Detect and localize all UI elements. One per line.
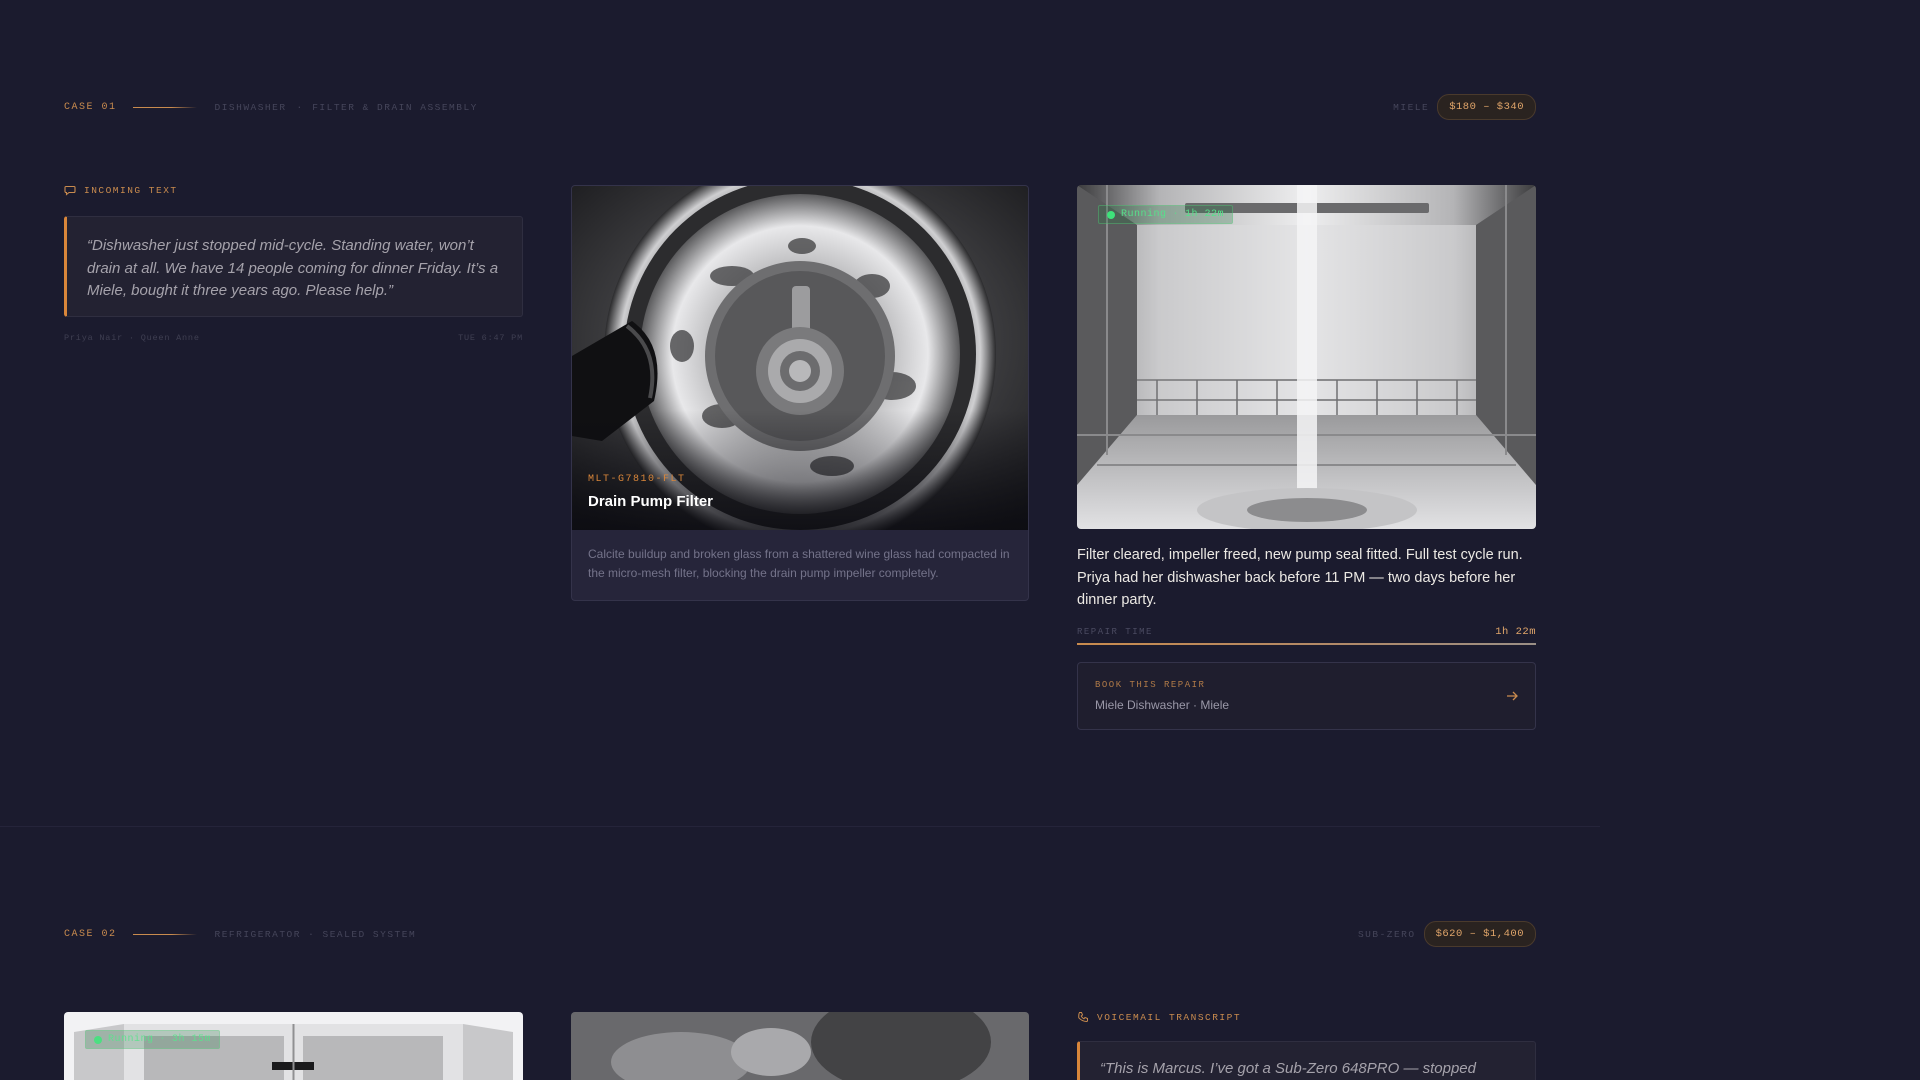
case-number: CASE 01 (64, 101, 117, 113)
case-02-header: CASE 02 REFRIGERATOR · SEALED SYSTEM SUB… (64, 920, 1536, 948)
case-meta: SUB-ZERO $620 – $1,400 (1358, 921, 1536, 947)
phone-icon (1078, 1012, 1088, 1023)
case-category: REFRIGERATOR · SEALED SYSTEM (214, 928, 417, 940)
customer-quote: “Dishwasher just stopped mid-cycle. Stan… (64, 216, 523, 317)
status-dot-icon (94, 1035, 102, 1044)
status-separator: · (1172, 209, 1180, 220)
case-line-divider (132, 106, 197, 108)
message-time: TUE 6:47 PM (458, 333, 523, 343)
arrow-right-icon (1507, 691, 1518, 701)
refrigerator-photo-card: Running · 3h 15m (64, 1012, 523, 1080)
voicemail-quote: “This is Marcus. I’ve got a Sub-Zero 648… (1077, 1041, 1536, 1080)
result-description: Filter cleared, impeller freed, new pump… (1077, 547, 1523, 608)
case-brand: SUB-ZERO (1357, 928, 1416, 940)
book-repair-button[interactable]: BOOK THIS REPAIR Miele Dishwasher · Miel… (1077, 662, 1536, 730)
quote-meta: Priya Nair · Queen Anne TUE 6:47 PM (64, 333, 523, 343)
voicemail-label: VOICEMAIL TRANSCRIPT (1077, 1011, 1241, 1023)
price-badge: $180 – $340 (1437, 94, 1536, 120)
case-number: CASE 02 (64, 928, 117, 940)
status-label: Running (108, 1034, 154, 1045)
incoming-text-label: INCOMING TEXT (64, 184, 178, 196)
voicemail-quote-text: “This is Marcus. I’ve got a Sub-Zero 648… (1100, 1060, 1476, 1077)
status-separator: · (159, 1034, 167, 1045)
repair-time-row: REPAIR TIME 1h 22m (1077, 626, 1536, 638)
dishwasher-interior-image (1077, 185, 1536, 529)
case-category: DISHWASHER (214, 101, 287, 113)
case-line-divider (132, 933, 197, 935)
case-brand: MIELE (1393, 101, 1430, 113)
technician-image (571, 1012, 1029, 1080)
technician-photo-card (571, 1012, 1029, 1080)
status-dot-icon (1107, 210, 1115, 219)
repair-time-label: REPAIR TIME (1077, 627, 1153, 637)
book-repair-label: BOOK THIS REPAIR (1095, 680, 1206, 690)
status-label: Running (1121, 209, 1167, 220)
price-badge: $620 – $1,400 (1423, 921, 1536, 947)
status-pill: Running · 3h 15m (85, 1030, 221, 1049)
case-01-header: CASE 01 DISHWASHER · FILTER & DRAIN ASSE… (64, 93, 1536, 121)
section-divider (0, 826, 1600, 827)
repair-time-bar (1077, 643, 1536, 645)
case-separator: · (296, 101, 303, 113)
quote-text: “Dishwasher just stopped mid-cycle. Stan… (87, 237, 499, 299)
part-description: Calcite buildup and broken glass from a … (588, 547, 1010, 580)
chat-bubble-icon (64, 185, 76, 196)
part-sku: MLT-G7810-FLT (588, 474, 686, 485)
repair-time-value: 1h 22m (1495, 626, 1536, 638)
case-meta: MIELE $180 – $340 (1393, 94, 1536, 120)
status-time: 3h 15m (172, 1034, 212, 1045)
customer-name: Priya Nair · Queen Anne (64, 333, 200, 343)
photo-gradient (572, 410, 1028, 530)
status-pill: Running · 1h 22m (1098, 205, 1234, 224)
voicemail-label-text: VOICEMAIL TRANSCRIPT (1097, 1011, 1242, 1023)
part-title: Drain Pump Filter (588, 493, 714, 510)
incoming-text-label-text: INCOMING TEXT (84, 184, 178, 196)
part-card[interactable]: MLT-G7810-FLT Drain Pump Filter Calcite … (571, 185, 1029, 601)
status-time: 1h 22m (1185, 209, 1225, 220)
result-photo-card: Running · 1h 22m (1077, 185, 1536, 529)
case-sub-category: FILTER & DRAIN ASSEMBLY (312, 101, 478, 113)
book-repair-subtitle: Miele Dishwasher · Miele (1095, 698, 1230, 712)
